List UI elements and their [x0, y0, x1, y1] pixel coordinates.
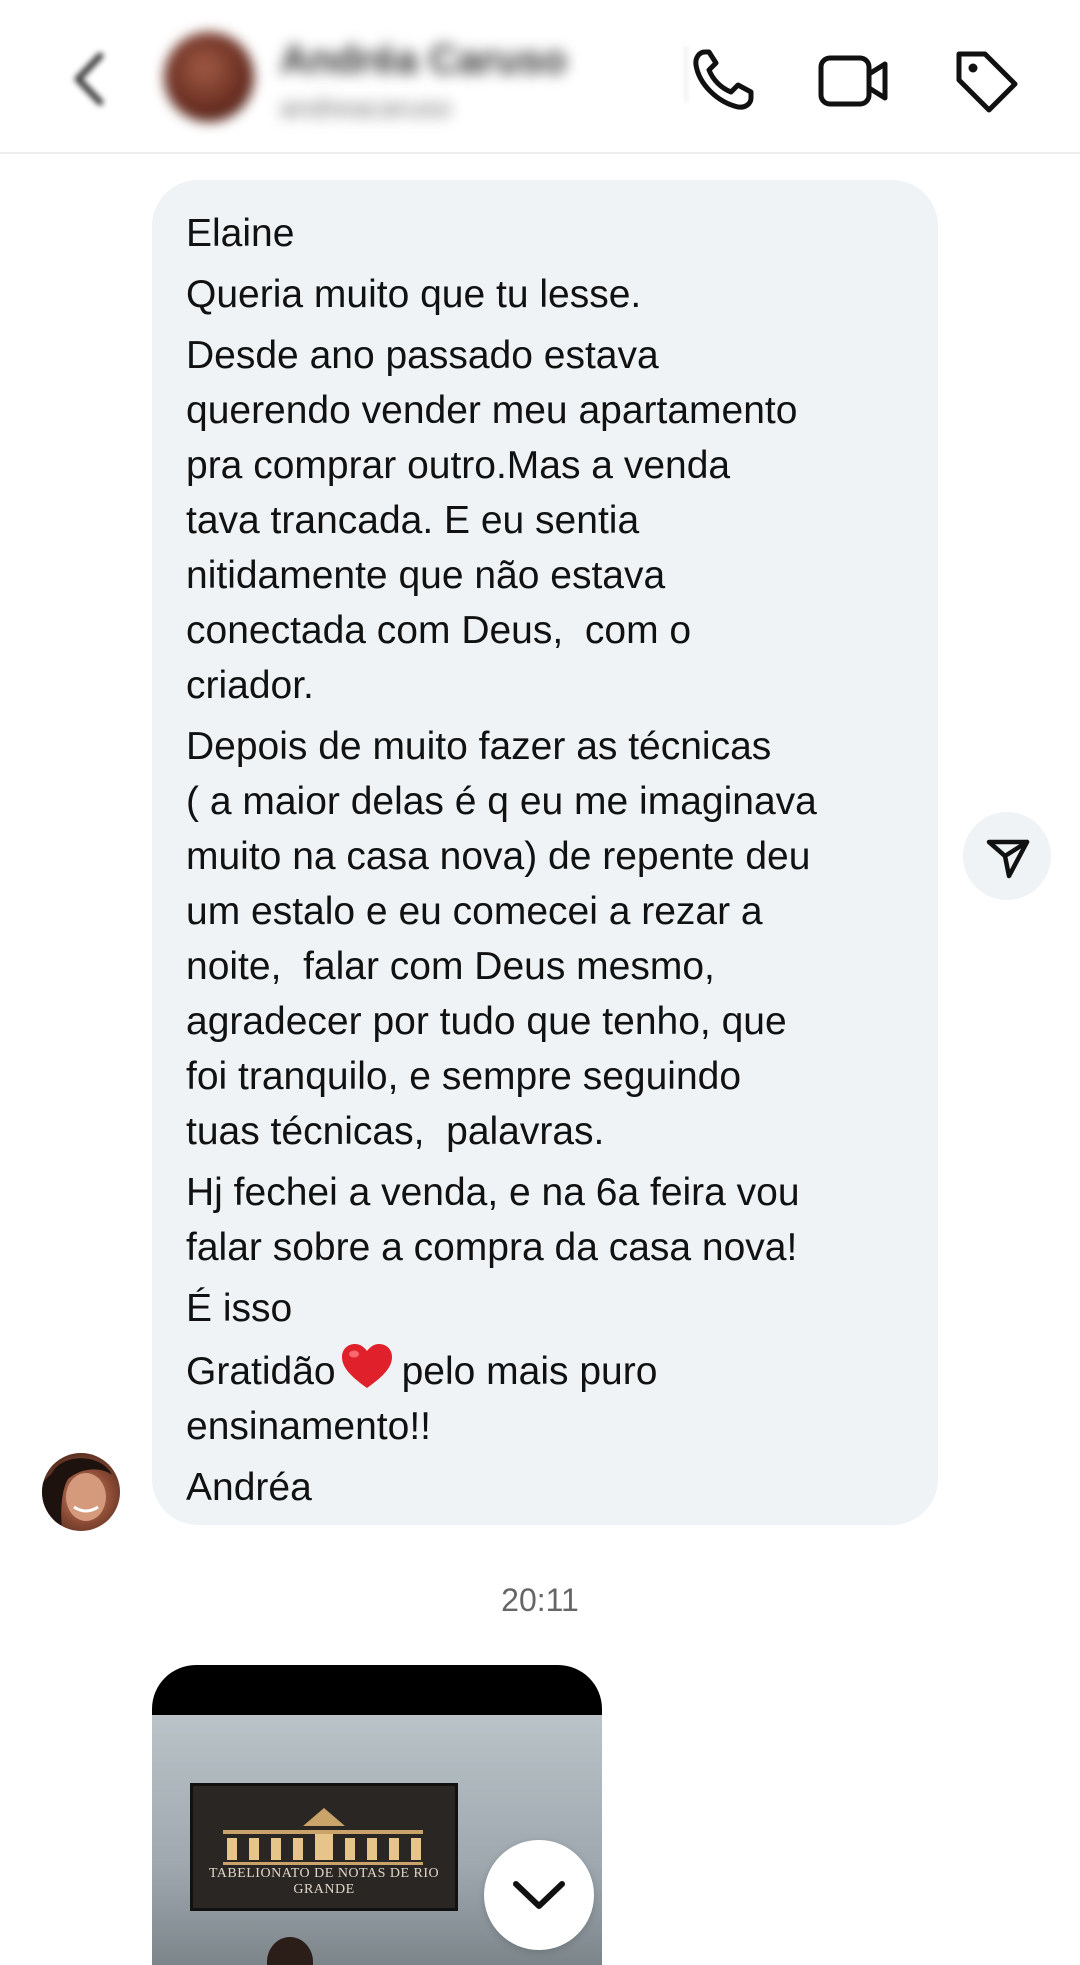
message-line: querendo vender meu apartamento: [186, 389, 798, 432]
video-call-button[interactable]: [813, 40, 893, 120]
message-line: nitidamente que não estava: [186, 554, 666, 597]
message-line: Queria muito que tu lesse.: [186, 273, 642, 316]
message-line: criador.: [186, 664, 314, 707]
message-line: tuas técnicas, palavras.: [186, 1110, 605, 1153]
scroll-to-bottom-button[interactable]: [484, 1840, 594, 1950]
video-camera-icon: [818, 55, 888, 107]
message-line: ensinamento!!: [186, 1405, 431, 1448]
contact-avatar[interactable]: [164, 32, 254, 122]
message-line: muito na casa nova) de repente deu: [186, 835, 811, 878]
avatar-face-icon: [42, 1458, 112, 1531]
message-line: falar sobre a compra da casa nova!: [186, 1226, 798, 1269]
media-sign: TABELIONATO DE NOTAS DE RIO GRANDE: [190, 1783, 458, 1911]
message-line: foi tranquilo, e sempre seguindo: [186, 1055, 742, 1098]
message-timestamp: 20:11: [501, 1582, 579, 1618]
message-line: É isso: [186, 1287, 293, 1330]
back-arrow-icon: [74, 52, 104, 106]
message-line: conectada com Deus, com o: [186, 609, 692, 652]
message-line: noite, falar com Deus mesmo,: [186, 945, 715, 988]
tag-button[interactable]: [945, 40, 1025, 120]
sender-avatar[interactable]: [42, 1453, 120, 1531]
message-line: Depois de muito fazer as técnicas: [186, 725, 772, 768]
share-button[interactable]: [963, 812, 1051, 900]
audio-call-button[interactable]: [683, 40, 763, 120]
message-line: ( a maior delas é q eu me imaginava: [186, 780, 817, 823]
red-heart-icon: [341, 1344, 392, 1388]
chat-header: Andréa Caruso andreacaruso: [0, 0, 1080, 154]
chevron-down-icon: [513, 1881, 565, 1909]
send-icon: [986, 839, 1030, 879]
building-logo-icon: [223, 1808, 423, 1865]
message-line-gratitude: Gratidão pelo mais puro: [186, 1342, 918, 1399]
contact-username: andreacaruso: [280, 92, 452, 123]
message-line: um estalo e eu comecei a rezar a: [186, 890, 763, 933]
phone-icon: [693, 49, 754, 110]
contact-name[interactable]: Andréa Caruso: [280, 38, 567, 83]
media-sign-text: TABELIONATO DE NOTAS DE RIO GRANDE: [208, 1866, 440, 1897]
message-line: Desde ano passado estava: [186, 334, 659, 377]
tag-icon: [956, 51, 1018, 113]
message-bubble[interactable]: Elaine Queria muito que tu lesse. Desde …: [152, 180, 938, 1525]
media-person: [267, 1937, 313, 1965]
message-line: tava trancada. E eu sentia: [186, 499, 640, 542]
message-line: pra comprar outro.Mas a venda: [186, 444, 731, 487]
message-text: Gratidão: [186, 1350, 336, 1393]
message-line: agradecer por tudo que tenho, que: [186, 1000, 787, 1043]
message-line: Andréa: [186, 1466, 312, 1509]
message-line: Hj fechei a venda, e na 6a feira vou: [186, 1171, 800, 1214]
message-line: Elaine: [186, 212, 295, 255]
message-text: pelo mais puro: [401, 1350, 658, 1393]
back-button[interactable]: [60, 44, 120, 114]
